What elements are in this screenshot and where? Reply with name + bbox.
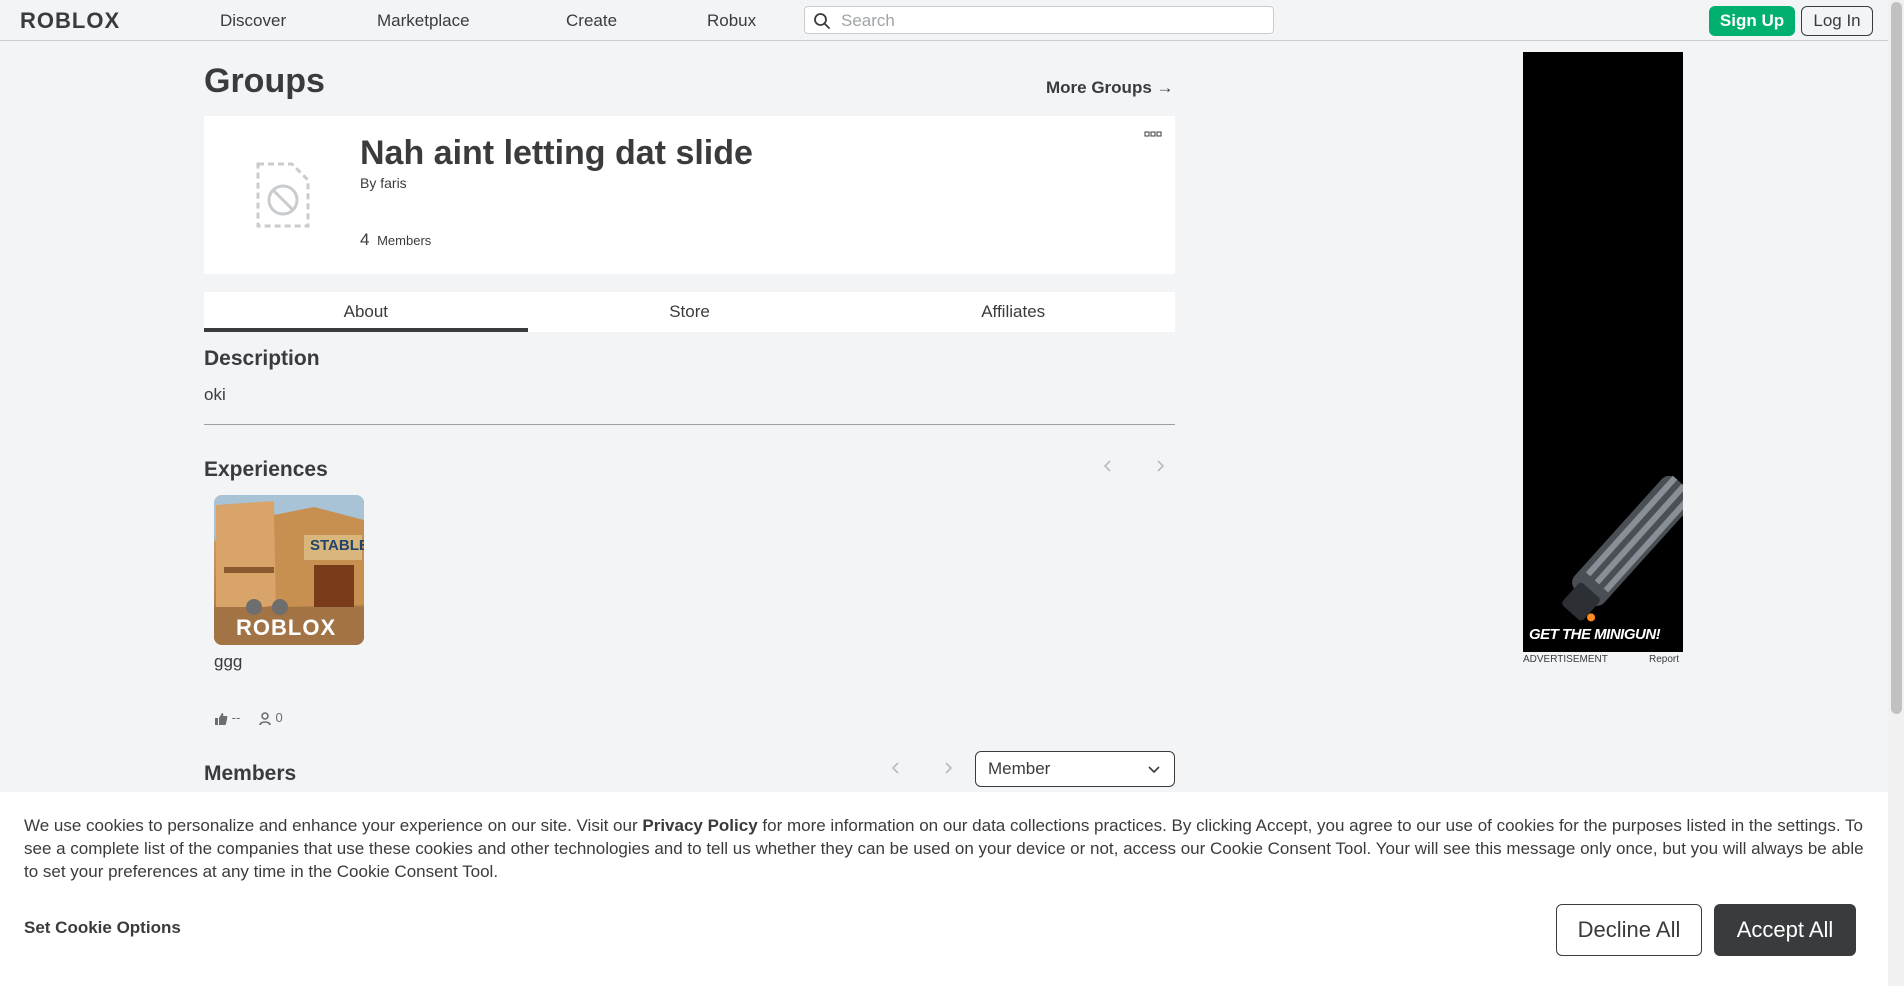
- nav-robux[interactable]: Robux: [707, 11, 756, 31]
- search-icon: [814, 13, 830, 29]
- ad-headline: GET THE MINIGUN!: [1529, 626, 1661, 643]
- scrollbar-thumb[interactable]: [1891, 2, 1902, 714]
- player-count-icon: [259, 711, 271, 725]
- member-count-label: Members: [377, 233, 432, 248]
- roblox-logo[interactable]: ROBLOX: [20, 8, 120, 34]
- group-header-card: Nah aint letting dat slide By faris 4 Me…: [204, 116, 1175, 274]
- privacy-policy-link[interactable]: Privacy Policy: [642, 816, 757, 835]
- experience-likes: --: [231, 710, 241, 725]
- thumbs-up-icon: [215, 712, 228, 725]
- group-tabs: About Store Affiliates: [204, 292, 1175, 332]
- group-name: Nah aint letting dat slide: [360, 134, 753, 172]
- experiences-next-icon[interactable]: [1153, 459, 1167, 473]
- chevron-down-icon: [1148, 766, 1160, 774]
- group-emblem-placeholder-icon: [256, 162, 310, 228]
- experience-stats: -- 0: [214, 710, 283, 726]
- experiences-prev-icon[interactable]: [1101, 459, 1115, 473]
- minigun-ad-art: [1562, 475, 1683, 622]
- accept-all-button[interactable]: Accept All: [1714, 904, 1856, 956]
- sign-up-button[interactable]: Sign Up: [1709, 6, 1795, 36]
- decline-all-button[interactable]: Decline All: [1556, 904, 1702, 956]
- tab-store[interactable]: Store: [528, 292, 852, 332]
- tab-affiliates[interactable]: Affiliates: [851, 292, 1175, 332]
- experience-name[interactable]: ggg: [214, 652, 242, 672]
- cookie-message: We use cookies to personalize and enhanc…: [24, 814, 1869, 883]
- description-divider: [204, 424, 1175, 425]
- cookie-text-before: We use cookies to personalize and enhanc…: [24, 816, 643, 835]
- group-owner-line: By faris: [360, 175, 407, 191]
- member-role-dropdown[interactable]: Member: [975, 751, 1175, 787]
- experience-sign-text: STABLE: [310, 537, 364, 554]
- page-title: Groups: [204, 62, 325, 100]
- nav-discover[interactable]: Discover: [220, 11, 286, 31]
- nav-create[interactable]: Create: [566, 11, 617, 31]
- top-nav-bar: ROBLOX Discover Marketplace Create Robux…: [0, 0, 1888, 41]
- description-heading: Description: [204, 347, 320, 370]
- log-in-button[interactable]: Log In: [1801, 6, 1873, 36]
- experiences-heading: Experiences: [204, 458, 328, 481]
- experience-thumbnail[interactable]: STABLE ROBLOX: [214, 495, 364, 645]
- tab-about[interactable]: About: [204, 292, 528, 332]
- experience-thumb-watermark: ROBLOX: [236, 615, 337, 640]
- group-owner-link[interactable]: faris: [380, 175, 406, 191]
- ad-label: ADVERTISEMENT: [1523, 654, 1608, 665]
- search-box: [804, 6, 1274, 34]
- more-options-icon[interactable]: [1144, 130, 1162, 138]
- description-text: oki: [204, 385, 226, 404]
- set-cookie-options-link[interactable]: Set Cookie Options: [24, 918, 181, 938]
- nav-marketplace[interactable]: Marketplace: [377, 11, 470, 31]
- group-member-count: 4 Members: [360, 230, 431, 250]
- cookie-consent-banner: We use cookies to personalize and enhanc…: [0, 792, 1888, 986]
- experience-players: 0: [275, 710, 283, 725]
- advertisement-banner[interactable]: GET THE MINIGUN!: [1523, 52, 1683, 652]
- member-count-value: 4: [360, 230, 370, 249]
- ad-report-link[interactable]: Report: [1649, 654, 1679, 665]
- member-role-selected: Member: [988, 759, 1051, 778]
- more-groups-link[interactable]: More Groups →: [1046, 78, 1174, 98]
- members-prev-icon[interactable]: [889, 761, 903, 775]
- members-next-icon[interactable]: [941, 761, 955, 775]
- search-input[interactable]: [839, 8, 1263, 34]
- by-label: By: [360, 175, 377, 191]
- members-heading: Members: [204, 762, 297, 785]
